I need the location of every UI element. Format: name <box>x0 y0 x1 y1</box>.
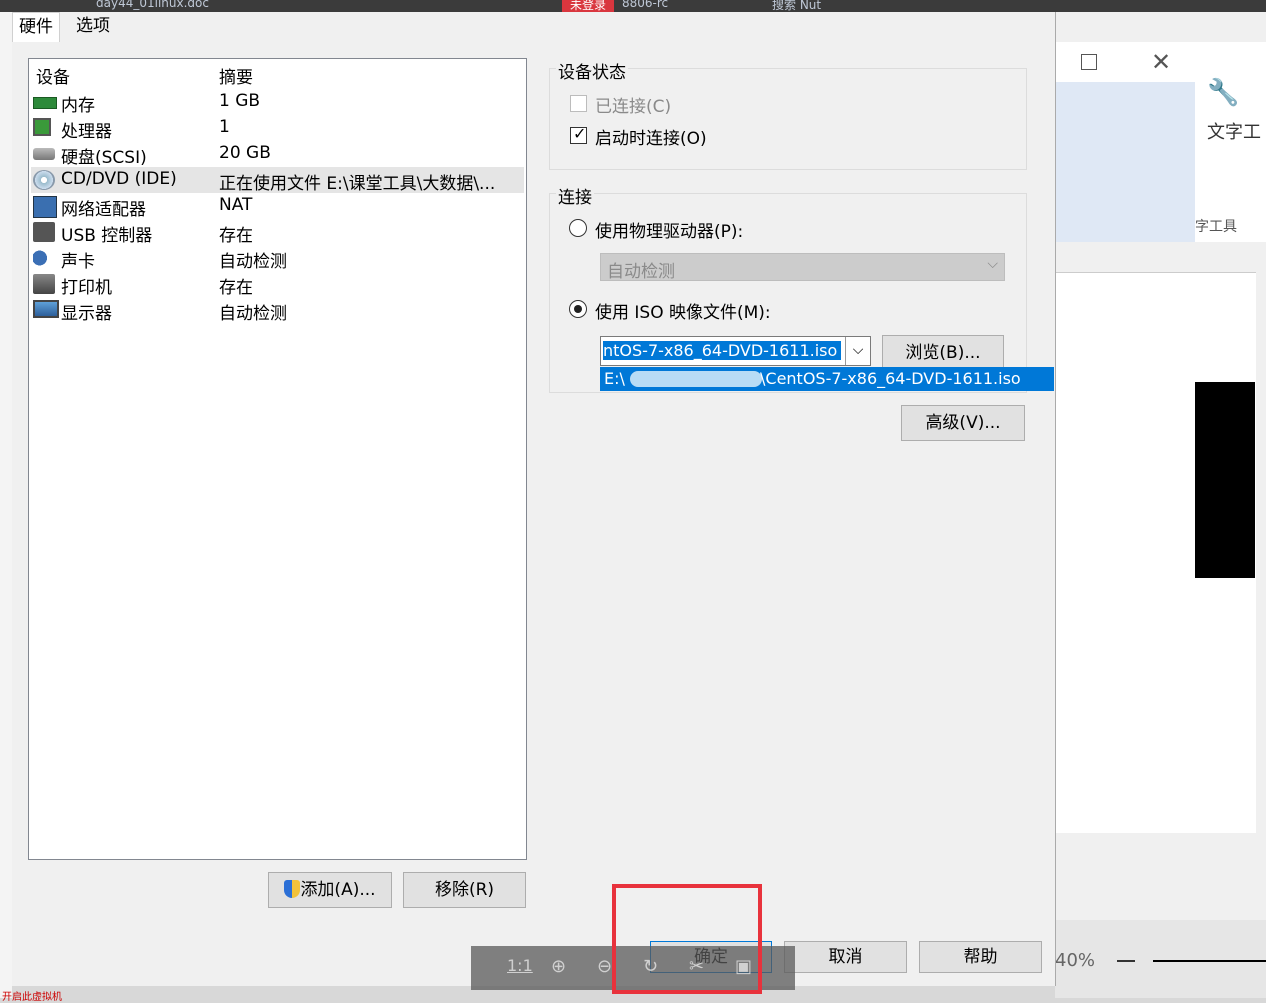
column-header-device[interactable]: 设备 <box>36 63 70 88</box>
code-label: 8806-rc <box>622 0 669 10</box>
zoom-out-icon[interactable] <box>1117 960 1135 962</box>
zoom-slider[interactable] <box>1153 960 1266 962</box>
device-summary: NAT <box>219 195 253 215</box>
device-summary: 自动检测 <box>219 252 287 272</box>
text-tool-label-2[interactable]: 字工具 <box>1195 216 1237 236</box>
text-tool-label[interactable]: 文字工 <box>1207 118 1261 144</box>
device-name: 声卡 <box>61 252 95 272</box>
device-status-group <box>549 68 1027 170</box>
device-summary: 存在 <box>219 278 253 298</box>
device-summary: 1 <box>219 117 230 137</box>
combobox-chevron-icon[interactable]: ⌵ <box>845 337 870 365</box>
device-name: 硬盘(SCSI) <box>61 148 147 168</box>
background-document-window: ✕ 🔧 文字工 字工具 40% <box>1055 12 1266 998</box>
physical-drive-radio[interactable] <box>569 219 587 237</box>
usb-icon <box>33 222 55 242</box>
harddisk-icon <box>33 148 55 160</box>
wrench-icon: 🔧 <box>1207 78 1240 108</box>
remove-button[interactable]: 移除(R) <box>403 872 526 908</box>
physical-drive-label: 使用物理驱动器(P): <box>595 222 744 242</box>
device-row-4[interactable]: 网络适配器 NAT <box>31 193 524 220</box>
device-row-0[interactable]: 内存 1 GB <box>31 89 524 116</box>
desktop-taskbar-strip: day44_01linux.doc 未登录 8806-rc 搜索 Nut <box>0 0 1266 13</box>
device-row-8[interactable]: 显示器 自动检测 <box>31 297 524 324</box>
tab-options[interactable]: 选项 <box>70 12 116 42</box>
device-summary: 正在使用文件 E:\课堂工具\大数据\... <box>219 174 496 194</box>
maximize-icon[interactable] <box>1081 54 1097 70</box>
connected-label: 已连接(C) <box>595 97 672 117</box>
device-name: 网络适配器 <box>61 200 146 220</box>
add-button-label: 添加(A)... <box>300 880 376 900</box>
zoom-out-icon[interactable]: ⊖ <box>597 956 612 977</box>
device-name: 显示器 <box>61 304 112 324</box>
processor-icon <box>33 118 51 136</box>
device-summary: 存在 <box>219 226 253 246</box>
document-image <box>1195 382 1255 578</box>
connection-title: 连接 <box>556 183 594 208</box>
device-row-7[interactable]: 打印机 存在 <box>31 271 524 298</box>
redacted-path-segment <box>630 371 762 387</box>
add-button[interactable]: 添加(A)... <box>268 872 392 908</box>
iso-path-dropdown-item[interactable]: E:\ \CentOS-7-x86_64-DVD-1611.iso <box>600 367 1054 391</box>
connect-on-start-checkbox[interactable]: ✓ <box>570 124 587 144</box>
help-button[interactable]: 帮助 <box>919 941 1042 973</box>
device-row-5[interactable]: USB 控制器 存在 <box>31 219 524 246</box>
physical-drive-select[interactable]: 自动检测 ⌵ <box>600 253 1005 282</box>
doc-tab-title[interactable]: day44_01linux.doc <box>96 0 209 10</box>
advanced-button[interactable]: 高级(V)... <box>901 405 1025 441</box>
iso-path-combobox[interactable]: ntOS-7-x86_64-DVD-1611.iso ⌵ <box>600 336 871 366</box>
sound-icon <box>33 248 55 268</box>
left-background-strip: 开启此虚拟机 <box>0 12 62 1003</box>
device-list[interactable]: 设备 摘要 内存 1 GB 处理器 1 硬盘(SCSI) 20 GB CD/DVD (IDE… <box>28 58 527 860</box>
iso-image-label: 使用 ISO 映像文件(M): <box>595 303 771 323</box>
device-name: 打印机 <box>61 278 112 298</box>
cancel-button[interactable]: 取消 <box>784 941 907 973</box>
device-name: CD/DVD (IDE) <box>61 169 177 189</box>
column-header-summary[interactable]: 摘要 <box>219 63 253 88</box>
iso-path-input[interactable]: ntOS-7-x86_64-DVD-1611.iso <box>603 341 841 360</box>
chevron-down-icon: ⌵ <box>987 256 998 272</box>
memory-icon <box>33 97 57 109</box>
device-row-6[interactable]: 声卡 自动检测 <box>31 245 524 272</box>
iso-image-radio[interactable] <box>569 300 587 318</box>
radio-selected-dot <box>574 305 582 313</box>
tab-bar: 硬件 选项 <box>12 12 1055 43</box>
actual-size-button[interactable]: 1:1 <box>507 956 533 975</box>
check-icon: ✓ <box>573 124 587 143</box>
network-icon <box>33 196 57 218</box>
device-name: USB 控制器 <box>61 226 153 246</box>
physical-drive-value: 自动检测 <box>607 262 675 282</box>
printer-icon <box>33 274 55 294</box>
connect-on-start-label: 启动时连接(O) <box>595 129 707 149</box>
dropdown-path-prefix: E:\ <box>604 369 625 388</box>
device-name: 处理器 <box>61 122 112 142</box>
connected-checkbox[interactable] <box>570 95 587 112</box>
dropdown-path-suffix: \CentOS-7-x86_64-DVD-1611.iso <box>760 369 1021 388</box>
cdrom-icon <box>33 170 55 190</box>
close-icon[interactable]: ✕ <box>1151 48 1171 76</box>
device-name: 内存 <box>61 96 95 116</box>
shield-icon <box>284 880 301 898</box>
device-row-3[interactable]: CD/DVD (IDE) 正在使用文件 E:\课堂工具\大数据\... <box>31 167 524 194</box>
red-highlight-box <box>612 884 762 994</box>
zoom-in-icon[interactable]: ⊕ <box>551 956 566 977</box>
device-row-2[interactable]: 硬盘(SCSI) 20 GB <box>31 141 524 168</box>
display-icon <box>33 300 59 318</box>
zoom-level[interactable]: 40% <box>1055 950 1095 971</box>
device-row-1[interactable]: 处理器 1 <box>31 115 524 142</box>
device-summary: 20 GB <box>219 143 271 163</box>
browse-button[interactable]: 浏览(B)... <box>882 335 1004 371</box>
vm-start-link[interactable]: 开启此虚拟机 <box>2 988 62 1003</box>
tab-hardware[interactable]: 硬件 <box>12 12 60 43</box>
device-summary: 自动检测 <box>219 304 287 324</box>
device-summary: 1 GB <box>219 91 261 111</box>
background-ribbon <box>1055 82 1195 242</box>
vm-settings-dialog: 硬件 选项 设备 摘要 内存 1 GB 处理器 1 硬盘(SCSI) 20 GB CD/DV… <box>12 12 1056 986</box>
device-status-title: 设备状态 <box>556 58 628 83</box>
